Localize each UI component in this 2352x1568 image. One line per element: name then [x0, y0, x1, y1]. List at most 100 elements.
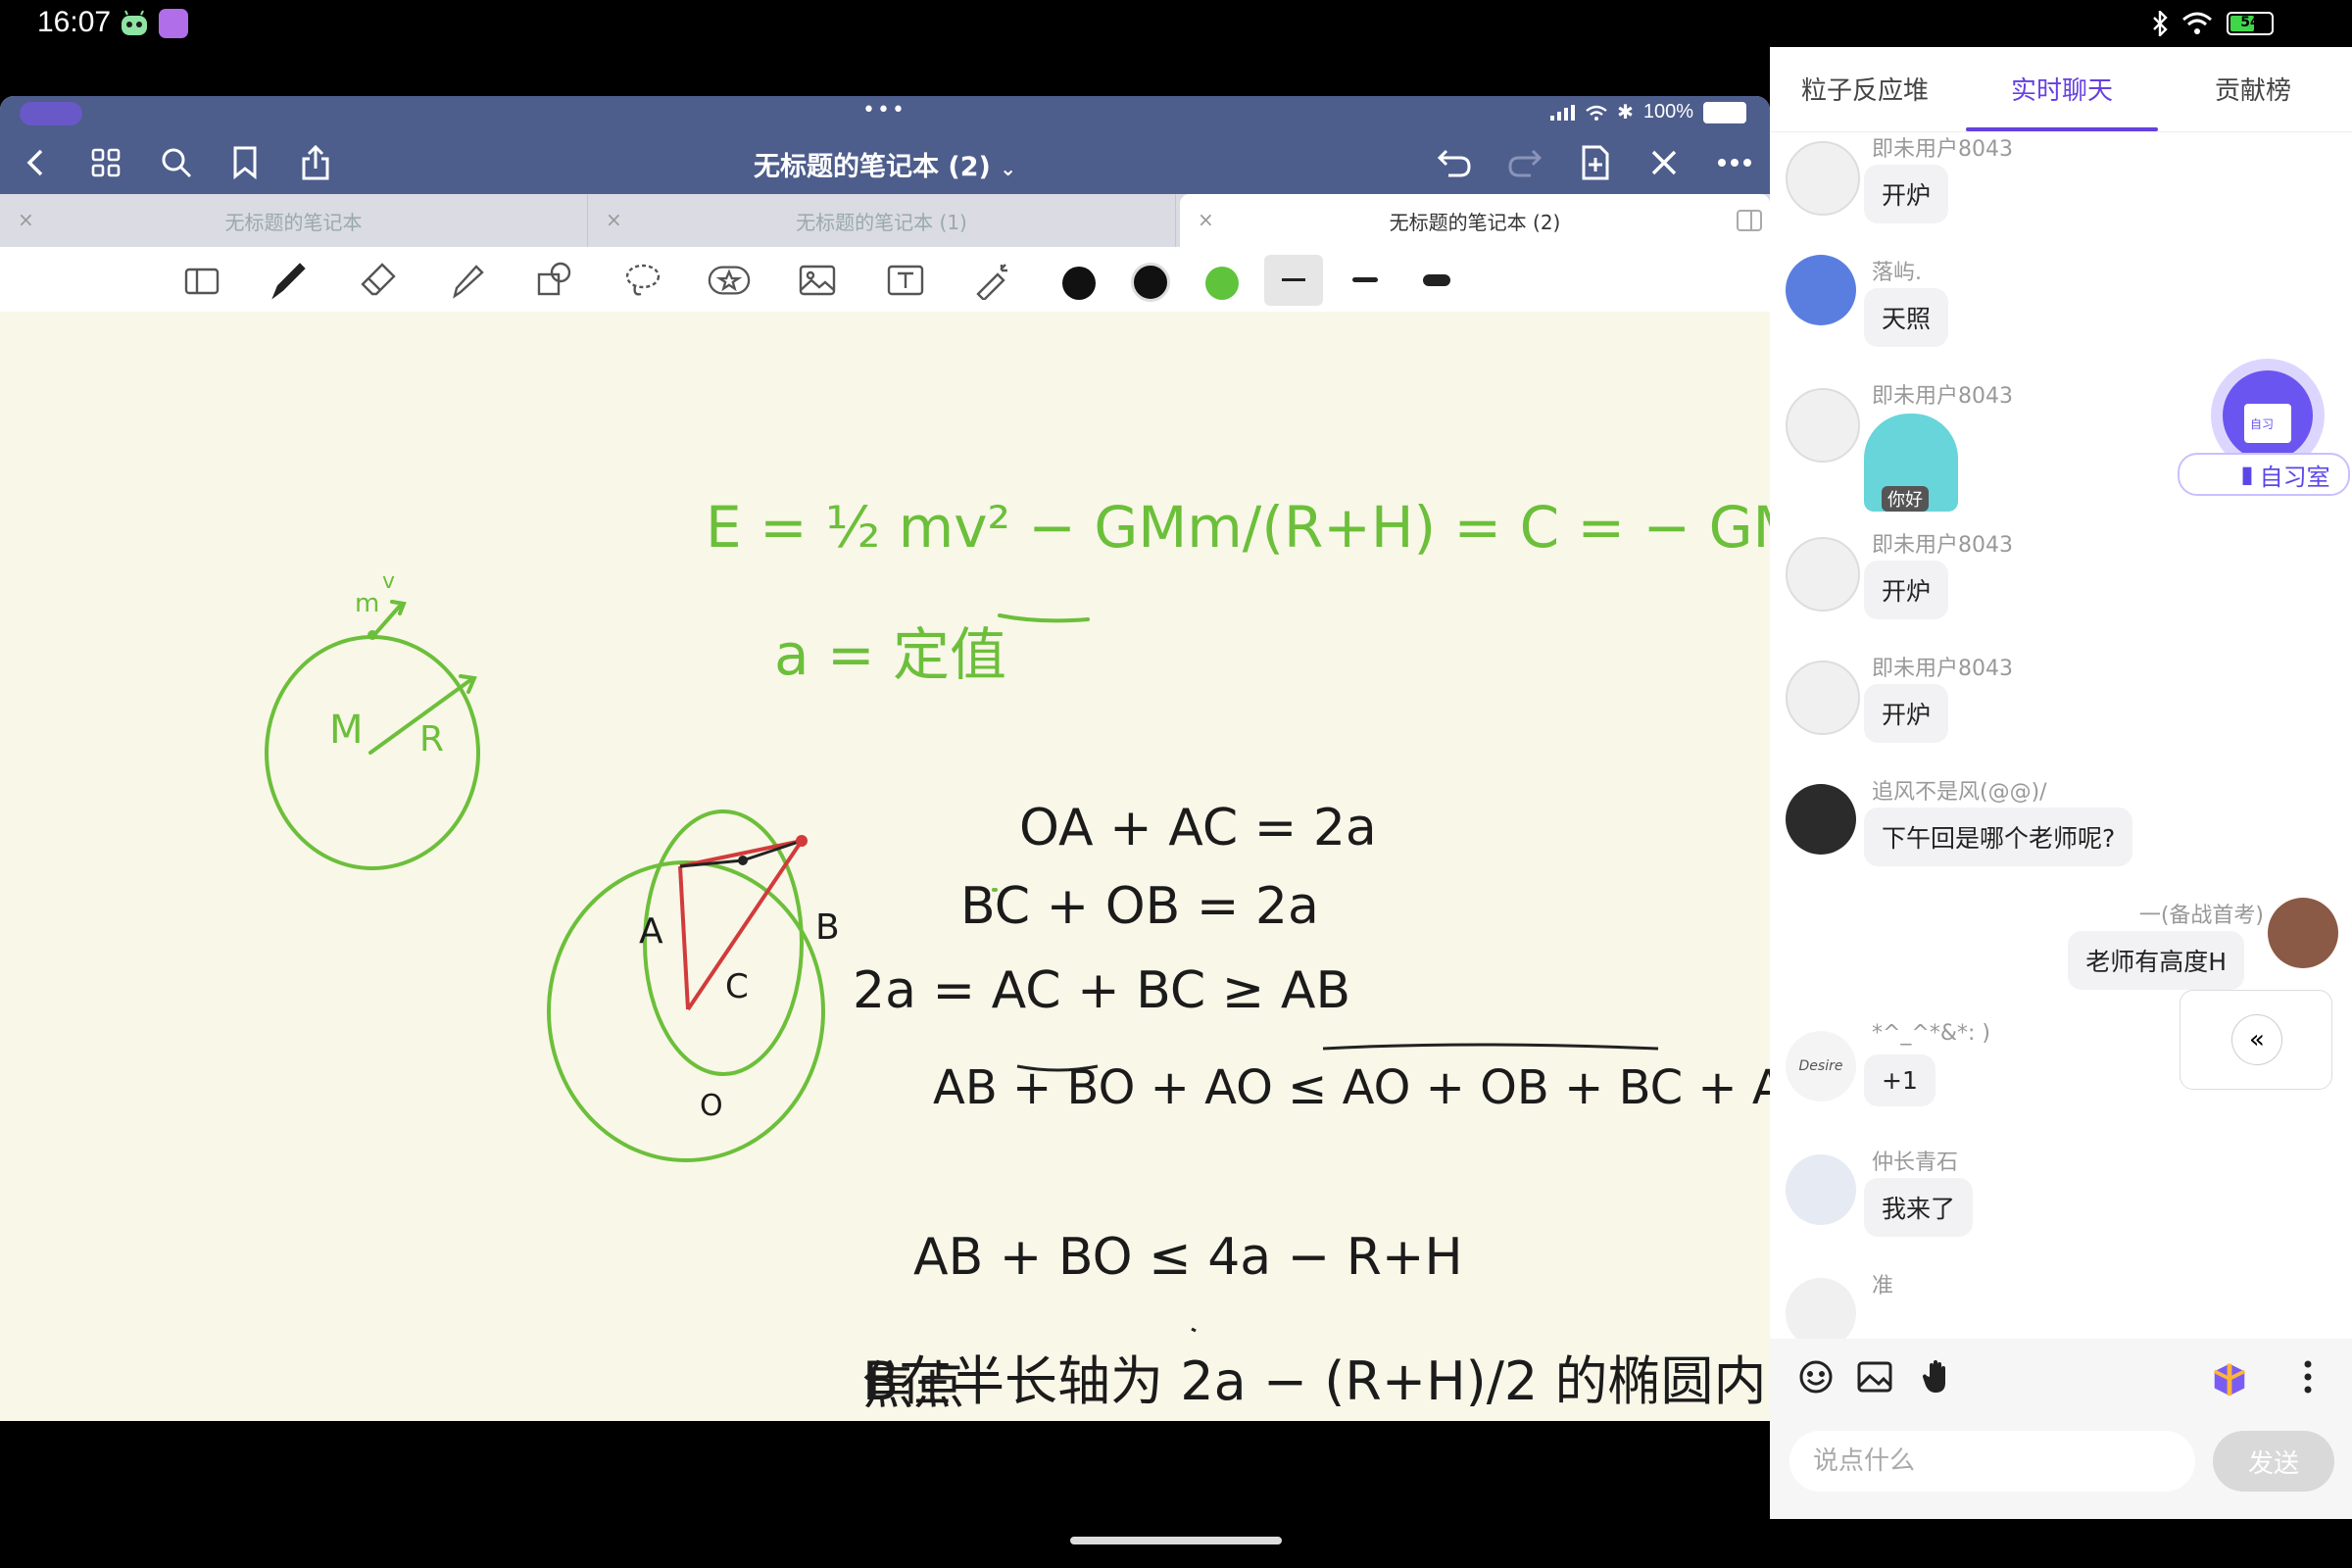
more-vertical-icon[interactable]: [2287, 1356, 2328, 1397]
emoji-icon[interactable]: [1795, 1356, 1837, 1397]
send-button[interactable]: 发送: [2213, 1431, 2334, 1492]
username: 落屿.: [1872, 261, 1922, 285]
notes-app-window: ••• ✱ 100% 无标题的笔记本 (2) ⌄ × 无标题的笔记本 × 无标题…: [0, 96, 1770, 1421]
notebook-tabs: × 无标题的笔记本 × 无标题的笔记本 (1) × 无标题的笔记本 (2): [0, 194, 1770, 247]
chevron-down-icon: ⌄: [1000, 157, 1017, 180]
message-bubble: 天照: [1864, 288, 1949, 347]
message-bubble: 我来了: [1864, 1178, 1974, 1237]
bluetooth-icon: ✱: [1617, 102, 1634, 123]
svg-text:O: O: [700, 1089, 723, 1123]
split-view-icon[interactable]: [1737, 210, 1762, 231]
svg-text:M: M: [329, 708, 364, 753]
close-icon[interactable]: [1642, 141, 1686, 184]
sticker-icon[interactable]: [708, 259, 751, 302]
eq-oa-ac: OA + AC = 2a: [1019, 799, 1377, 858]
collapse-panel-button[interactable]: «: [2180, 990, 2332, 1090]
tab-contribution-rank[interactable]: 贡献榜: [2215, 71, 2291, 107]
layout-toggle-icon[interactable]: [180, 259, 223, 302]
tab-live-chat[interactable]: 实时聊天: [2011, 71, 2113, 107]
highlighter-icon[interactable]: [445, 259, 488, 302]
a-constant: a = 定值: [774, 621, 1006, 688]
username: 即未用户8043: [1872, 533, 2013, 558]
lasso-icon[interactable]: [621, 259, 664, 302]
tab-close-icon[interactable]: ×: [606, 208, 622, 231]
study-room-label[interactable]: ▮ 自习室: [2178, 453, 2350, 496]
message-bubble: 下午回是哪个老师呢?: [1864, 808, 2133, 866]
shapes-icon[interactable]: [533, 259, 576, 302]
pen-icon[interactable]: [267, 259, 310, 302]
undo-icon[interactable]: [1433, 141, 1476, 184]
chat-tab-bar: 粒子反应堆 实时聊天 贡献榜: [1770, 47, 2352, 132]
tab-particle-reactor[interactable]: 粒子反应堆: [1801, 71, 1929, 107]
message-bubble: +1: [1864, 1054, 1936, 1106]
message-list[interactable]: 即未用户8043 开炉 落屿. 天照 即未用户8043 你好 即未用户8043 …: [1770, 131, 2352, 1386]
conclusion-line2: 焦点: [862, 1357, 965, 1416]
add-page-icon[interactable]: [1574, 141, 1617, 184]
username: 一(备战首考): [2138, 904, 2264, 928]
system-status-bar: 16:07 54: [0, 0, 2352, 47]
username: 追风不是风(@@)/: [1872, 780, 2047, 805]
tab-notebook-0[interactable]: × 无标题的笔记本: [0, 194, 588, 247]
bar-chart-icon: ▮: [2240, 461, 2254, 488]
stroke-thin-selected[interactable]: [1264, 255, 1323, 306]
energy-equation: E = ½ mv² − GMm/(R+H) = C = − GMm/2a: [706, 494, 1770, 561]
laser-pointer-icon[interactable]: [970, 259, 1013, 302]
more-icon[interactable]: [1713, 141, 1756, 184]
earth-circle-2: [547, 860, 825, 1162]
study-room-icon-text: 自习: [2250, 417, 2275, 431]
avatar[interactable]: [2268, 898, 2338, 968]
color-black[interactable]: [1062, 267, 1096, 300]
gift-icon[interactable]: [2209, 1356, 2250, 1397]
screen-mirror-icon[interactable]: [20, 102, 82, 125]
message-bubble: 开炉: [1864, 684, 1949, 743]
message-bubble: 开炉: [1864, 561, 1949, 619]
username: 准: [1872, 1274, 1894, 1298]
double-chevron-left-icon: «: [2231, 1014, 2282, 1065]
text-box-icon[interactable]: [884, 259, 927, 302]
username: 即未用户8043: [1872, 137, 2013, 162]
avatar[interactable]: [1786, 784, 1856, 855]
svg-text:m: m: [355, 589, 379, 618]
sticker-image: 你好: [1864, 414, 1958, 512]
stroke-medium[interactable]: [1352, 277, 1378, 282]
clock: 16:07: [37, 6, 112, 38]
tab-close-icon[interactable]: ×: [1198, 208, 1214, 231]
ipad-battery-text: 100%: [1642, 101, 1693, 122]
sticker-text: 你好: [1882, 486, 1929, 512]
ipad-battery-icon: [1703, 101, 1746, 123]
image-picker-icon[interactable]: [1854, 1356, 1895, 1397]
redo-icon[interactable]: [1503, 141, 1546, 184]
avatar[interactable]: [1786, 1154, 1856, 1225]
android-app-icon: [122, 10, 147, 35]
tab-close-icon[interactable]: ×: [18, 208, 34, 231]
tab-notebook-2[interactable]: × 无标题的笔记本 (2): [1180, 194, 1770, 247]
home-indicator[interactable]: [1070, 1537, 1282, 1544]
message-bubble: 开炉: [1864, 165, 1949, 223]
svg-text:R: R: [419, 719, 444, 760]
avatar[interactable]: [1786, 537, 1860, 612]
avatar[interactable]: [1786, 388, 1860, 463]
chat-message-input[interactable]: [1789, 1431, 2195, 1492]
username: 即未用户8043: [1872, 657, 2013, 681]
eq-2a-ineq: 2a = AC + BC ≥ AB: [853, 961, 1350, 1020]
avatar[interactable]: [1786, 141, 1860, 216]
raise-hand-icon[interactable]: [1917, 1356, 1958, 1397]
tab-notebook-1[interactable]: × 无标题的笔记本 (1): [588, 194, 1176, 247]
avatar[interactable]: Desire: [1786, 1031, 1856, 1102]
avatar[interactable]: [1786, 255, 1856, 325]
color-green[interactable]: [1205, 267, 1239, 300]
eraser-icon[interactable]: [357, 259, 400, 302]
username: 仲长青石: [1872, 1151, 1959, 1175]
svg-text:A: A: [639, 911, 663, 952]
color-black-selected[interactable]: [1131, 263, 1170, 302]
battery-icon: 54: [2227, 12, 2274, 35]
note-canvas[interactable]: E = ½ mv² − GMm/(R+H) = C = − GMm/2a a =…: [0, 312, 1770, 1421]
avatar[interactable]: [1786, 661, 1860, 735]
message-bubble: 老师有高度H: [2068, 931, 2244, 990]
image-icon[interactable]: [796, 259, 839, 302]
svg-text:C: C: [725, 967, 749, 1006]
multitask-dots-icon[interactable]: •••: [862, 98, 906, 122]
eq-bc-ob: BC + OB = 2a: [960, 877, 1319, 936]
stroke-thick[interactable]: [1423, 274, 1450, 286]
notes-nav-bar: 无标题的笔记本 (2) ⌄: [0, 131, 1770, 194]
